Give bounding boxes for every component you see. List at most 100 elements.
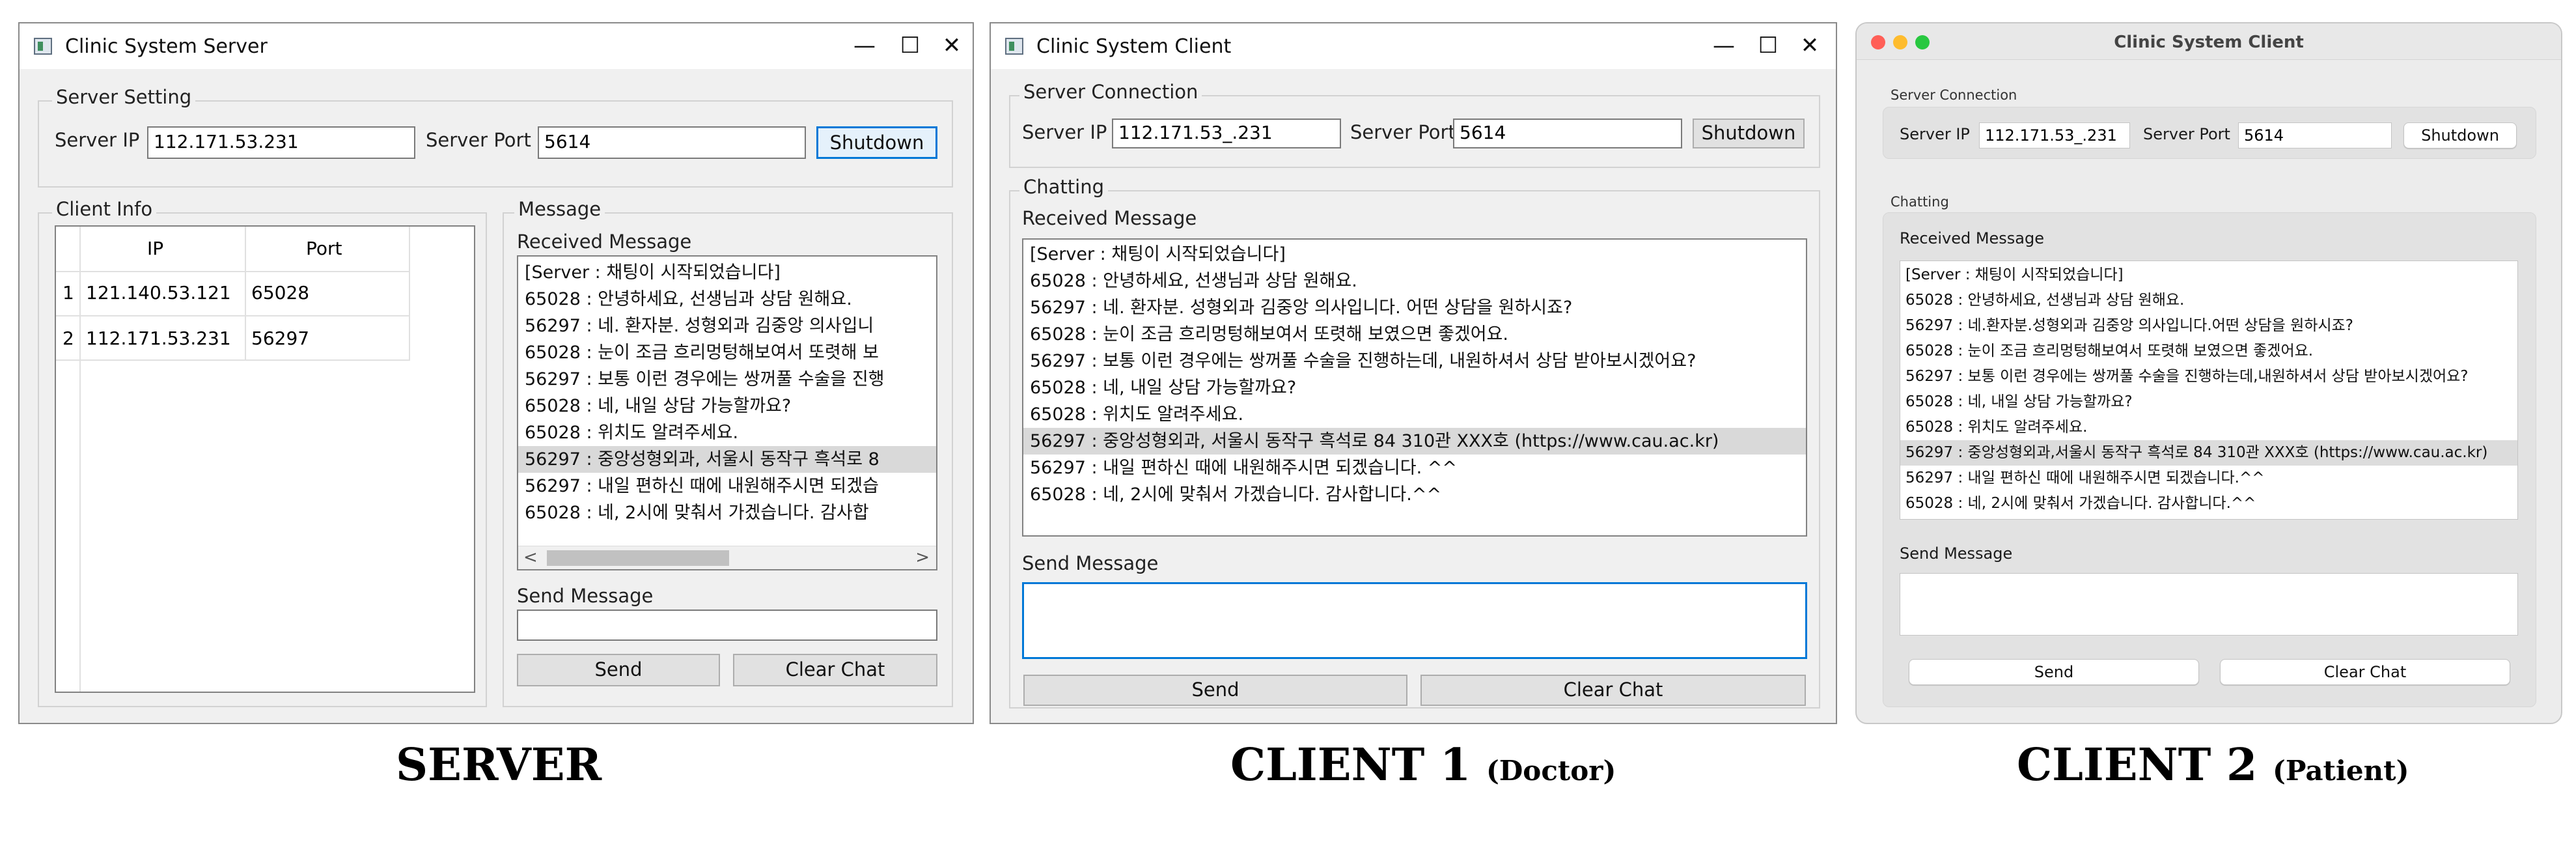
message-item[interactable]: 65028 : 눈이 조금 흐리멍텅해보여서 또렷해 보였으면 좋겠어요. — [1900, 339, 2517, 364]
client1-window: Clinic System Client — ☐ ✕ Server Connec… — [990, 22, 1837, 724]
message-item[interactable]: 65028 : 네, 내일 상담 가능할까요? — [518, 393, 936, 419]
close-icon[interactable]: ✕ — [937, 33, 966, 61]
maximize-icon[interactable]: ☐ — [896, 33, 924, 61]
server-port-field[interactable]: 5614 — [538, 126, 806, 159]
scroll-thumb[interactable] — [547, 550, 729, 566]
server-setting-label: Server Setting — [52, 86, 196, 108]
column-header-port[interactable]: Port — [306, 236, 342, 262]
column-header-ip[interactable]: IP — [147, 236, 163, 262]
shutdown-button[interactable]: Shutdown — [1693, 119, 1805, 148]
server-caption-text: SERVER — [396, 739, 602, 791]
message-item[interactable]: 65028 : 위치도 알려주세요. — [1023, 401, 1806, 428]
message-item[interactable]: 56297 : 내일 편하신 때에 내원해주시면 되겠습니다.^^ — [1900, 466, 2517, 491]
horizontal-scrollbar[interactable]: < > — [518, 546, 936, 569]
message-item[interactable]: 65028 : 네, 2시에 맞춰서 가겠습니다. 감사합니다.^^ — [1900, 491, 2517, 516]
clear-chat-button[interactable]: Clear Chat — [733, 654, 937, 686]
message-item[interactable]: 56297 : 네.환자분.성형외과 김중앙 의사입니다.어떤 상담을 원하시죠… — [1900, 313, 2517, 339]
server-ip-field[interactable]: 112.171.53.231 — [147, 126, 415, 159]
server-connection-label: Server Connection — [1019, 81, 1202, 103]
message-item[interactable]: 56297 : 내일 편하신 때에 내원해주시면 되겠습니다. ^^ — [1023, 455, 1806, 481]
server-ip-label: Server IP — [1022, 121, 1107, 143]
minimize-icon[interactable]: — — [850, 33, 879, 61]
client2-caption-role: (Patient) — [2273, 755, 2409, 787]
message-item-selected[interactable]: 56297 : 중앙성형외과, 서울시 동작구 흑석로 84 310관 XXX호… — [1023, 428, 1806, 455]
minimize-icon[interactable]: — — [1710, 33, 1738, 61]
message-item[interactable]: 65028 : 네, 2시에 맞춰서 가겠습니다. 감사합 — [518, 499, 936, 526]
client1-caption-text: CLIENT 1 — [1230, 739, 1471, 791]
received-message-list[interactable]: [Server : 채팅이 시작되었습니다] 65028 : 안녕하세요, 선생… — [1900, 260, 2518, 520]
close-icon[interactable]: ✕ — [1795, 33, 1824, 61]
message-item[interactable]: 56297 : 보통 이런 경우에는 쌍꺼풀 수술을 진행하는데, 내원하셔서 … — [1023, 348, 1806, 374]
client-table: IP Port 1 121.140.53.121 65028 2 112.171… — [55, 225, 475, 693]
message-item[interactable]: [Server : 채팅이 시작되었습니다] — [1900, 262, 2517, 288]
received-message-label: Received Message — [517, 231, 692, 253]
shutdown-button[interactable]: Shutdown — [2403, 122, 2517, 148]
send-button[interactable]: Send — [517, 654, 720, 686]
send-message-input[interactable] — [1900, 573, 2518, 636]
server-port-label: Server Port — [426, 129, 531, 151]
client-port-cell[interactable]: 65028 — [251, 280, 309, 306]
row-index: 1 — [62, 282, 74, 303]
message-item-selected[interactable]: 56297 : 중앙성형외과,서울시 동작구 흑석로 84 310관 XXX호 … — [1900, 440, 2517, 466]
send-message-input[interactable] — [1022, 582, 1807, 659]
window-title: Clinic System Server — [65, 35, 268, 58]
server-caption: SERVER — [396, 739, 602, 791]
message-item[interactable]: 65028 : 안녕하세요, 선생님과 상담 원해요. — [1023, 268, 1806, 294]
message-item[interactable]: 65028 : 안녕하세요, 선생님과 상담 원해요. — [518, 286, 936, 313]
client2-caption: CLIENT 2 (Patient) — [2017, 739, 2409, 791]
server-port-field[interactable]: 5614 — [1453, 119, 1682, 148]
maximize-icon[interactable]: ☐ — [1754, 33, 1782, 61]
client-port-cell[interactable]: 56297 — [251, 326, 309, 352]
server-ip-label: Server IP — [55, 129, 140, 151]
server-ip-label: Server IP — [1900, 125, 1970, 143]
message-item[interactable]: [Server : 채팅이 시작되었습니다] — [1023, 241, 1806, 268]
message-item[interactable]: 65028 : 네, 내일 상담 가능할까요? — [1023, 374, 1806, 401]
received-message-list[interactable]: [Server : 채팅이 시작되었습니다] 65028 : 안녕하세요, 선생… — [1022, 238, 1807, 537]
client2-window: Clinic System Client Server Connection S… — [1855, 22, 2562, 724]
server-ip-field[interactable]: 112.171.53_.231 — [1979, 122, 2130, 148]
client2-caption-text: CLIENT 2 — [2017, 739, 2258, 791]
chatting-label: Chatting — [1890, 194, 1949, 210]
message-item[interactable]: 65028 : 눈이 조금 흐리멍텅해보여서 또렷해 보였으면 좋겠어요. — [1023, 321, 1806, 348]
message-group-label: Message — [514, 198, 605, 220]
send-button[interactable]: Send — [1909, 659, 2199, 685]
send-message-input[interactable] — [517, 610, 937, 641]
message-item[interactable]: 56297 : 네. 환자분. 성형외과 김중앙 의사입니다. 어떤 상담을 원… — [1023, 294, 1806, 321]
server-port-label: Server Port — [1350, 121, 1456, 143]
client-ip-cell[interactable]: 112.171.53.231 — [86, 326, 231, 352]
client-ip-cell[interactable]: 121.140.53.121 — [86, 280, 231, 306]
server-connection-label: Server Connection — [1890, 87, 2017, 103]
message-item[interactable]: 65028 : 위치도 알려주세요. — [518, 419, 936, 446]
message-item[interactable]: 65028 : 네, 2시에 맞춰서 가겠습니다. 감사합니다.^^ — [1023, 481, 1806, 508]
message-item[interactable]: 56297 : 보통 이런 경우에는 쌍꺼풀 수술을 진행 — [518, 366, 936, 393]
message-item[interactable]: 65028 : 안녕하세요, 선생님과 상담 원해요. — [1900, 288, 2517, 313]
received-message-label: Received Message — [1900, 229, 2045, 247]
message-item[interactable]: 56297 : 보통 이런 경우에는 쌍꺼풀 수술을 진행하는데,내원하셔서 상… — [1900, 364, 2517, 389]
scroll-right-icon[interactable]: > — [915, 546, 930, 568]
message-item[interactable]: 65028 : 위치도 알려주세요. — [1900, 415, 2517, 440]
message-item[interactable]: [Server : 채팅이 시작되었습니다] — [518, 259, 936, 286]
message-item-selected[interactable]: 56297 : 중앙성형외과, 서울시 동작구 흑석로 8 — [518, 446, 936, 473]
message-item[interactable]: 56297 : 네. 환자분. 성형외과 김중앙 의사입니 — [518, 313, 936, 339]
client2-titlebar[interactable]: Clinic System Client — [1857, 23, 2561, 60]
server-window: Clinic System Server — ☐ ✕ Server Settin… — [18, 22, 974, 724]
send-button[interactable]: Send — [1023, 675, 1407, 706]
chatting-label: Chatting — [1019, 176, 1108, 198]
client1-caption-role: (Doctor) — [1486, 755, 1616, 787]
server-port-field[interactable]: 5614 — [2238, 122, 2392, 148]
clear-chat-button[interactable]: Clear Chat — [2220, 659, 2510, 685]
received-message-list[interactable]: [Server : 채팅이 시작되었습니다] 65028 : 안녕하세요, 선생… — [517, 255, 937, 570]
app-icon — [34, 38, 52, 55]
server-titlebar[interactable]: Clinic System Server — ☐ ✕ — [20, 23, 973, 69]
shutdown-button[interactable]: Shutdown — [816, 126, 937, 159]
send-message-label: Send Message — [1900, 544, 2013, 563]
server-ip-field[interactable]: 112.171.53_.231 — [1112, 119, 1341, 148]
message-item[interactable]: 65028 : 눈이 조금 흐리멍텅해보여서 또렷해 보 — [518, 339, 936, 366]
message-item[interactable]: 65028 : 네, 내일 상담 가능할까요? — [1900, 389, 2517, 415]
clear-chat-button[interactable]: Clear Chat — [1420, 675, 1806, 706]
scroll-left-icon[interactable]: < — [523, 546, 538, 568]
client-info-label: Client Info — [52, 198, 157, 220]
client1-titlebar[interactable]: Clinic System Client — ☐ ✕ — [991, 23, 1836, 69]
message-item[interactable]: 56297 : 내일 편하신 때에 내원해주시면 되겠습 — [518, 473, 936, 499]
app-icon — [1005, 38, 1023, 55]
